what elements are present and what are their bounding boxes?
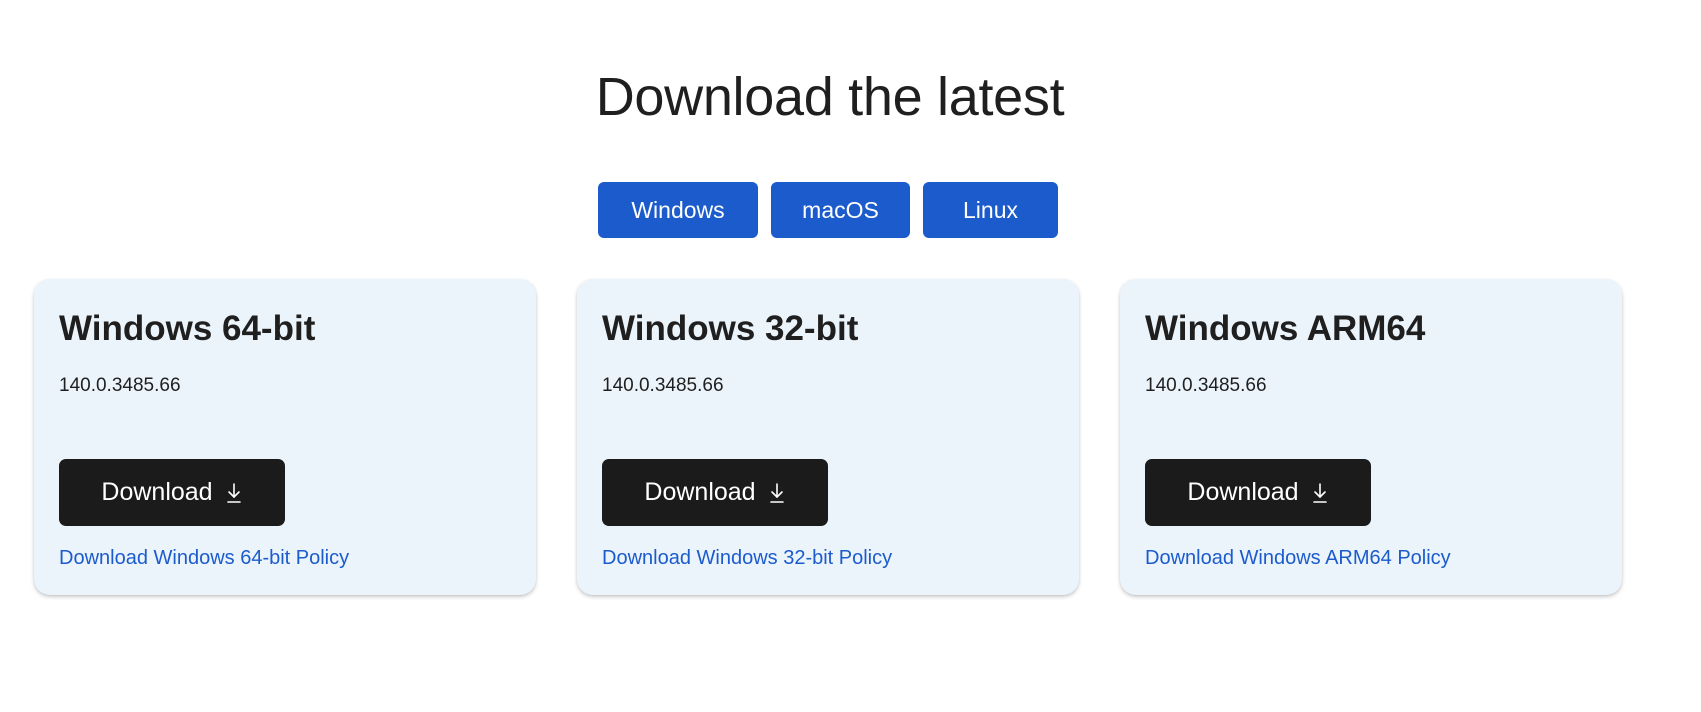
download-button[interactable]: Download [59, 459, 285, 526]
download-arrow-icon [1311, 482, 1329, 504]
download-button-label: Download [644, 478, 756, 506]
version-number: 140.0.3485.66 [59, 375, 181, 396]
policy-link[interactable]: Download Windows 64-bit Policy [59, 545, 349, 571]
tab-linux[interactable]: Linux [923, 182, 1058, 238]
card-title: Windows 32-bit [602, 309, 859, 348]
download-arrow-icon [768, 482, 786, 504]
download-card-windows-32: Windows 32-bit 140.0.3485.66 Download Do… [577, 279, 1079, 595]
platform-tabs: Windows macOS Linux [598, 182, 1058, 238]
download-card-windows-arm64: Windows ARM64 140.0.3485.66 Download Dow… [1120, 279, 1622, 595]
version-number: 140.0.3485.66 [602, 375, 724, 396]
version-number: 140.0.3485.66 [1145, 375, 1267, 396]
card-title: Windows 64-bit [59, 309, 316, 348]
page-heading: Download the latest [595, 67, 1065, 127]
download-button[interactable]: Download [602, 459, 828, 526]
download-card-windows-64: Windows 64-bit 140.0.3485.66 Download Do… [34, 279, 536, 595]
download-button-label: Download [101, 478, 213, 506]
tab-macos[interactable]: macOS [771, 182, 910, 238]
tab-windows[interactable]: Windows [598, 182, 758, 238]
policy-link[interactable]: Download Windows 32-bit Policy [602, 545, 892, 571]
policy-link[interactable]: Download Windows ARM64 Policy [1145, 545, 1451, 571]
download-button-label: Download [1187, 478, 1299, 506]
card-title: Windows ARM64 [1145, 309, 1426, 348]
download-button[interactable]: Download [1145, 459, 1371, 526]
download-arrow-icon [225, 482, 243, 504]
